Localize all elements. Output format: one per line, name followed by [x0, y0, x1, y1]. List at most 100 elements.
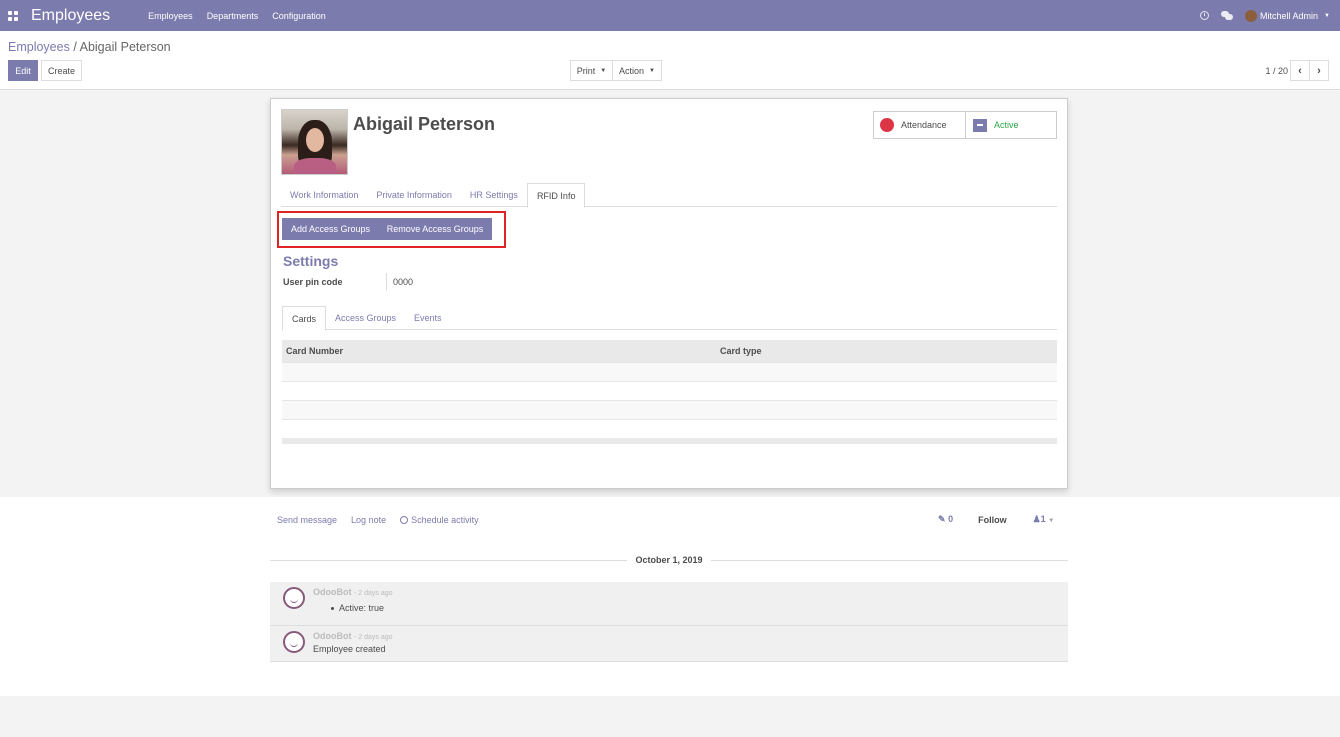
pager-next-button[interactable]: › [1309, 60, 1329, 81]
action-label: Action [619, 65, 645, 76]
messaging-icon[interactable] [1221, 11, 1234, 20]
tab-rfid-info[interactable]: RFID Info [526, 183, 586, 208]
table-row [282, 400, 1057, 419]
active-toggle-button[interactable]: Active [965, 111, 1057, 139]
breadcrumb: Employees / Abigail Peterson [8, 40, 171, 54]
author-name[interactable]: OdooBot [313, 631, 352, 641]
message-author: OdooBot - 2 days ago [313, 631, 393, 641]
menu-item-departments[interactable]: Departments [207, 11, 259, 21]
chatter-message: OdooBot - 2 days ago Active: true [270, 582, 1068, 626]
activity-clock-icon[interactable] [1200, 11, 1210, 20]
create-button[interactable]: Create [41, 60, 82, 81]
edit-button[interactable]: Edit [8, 60, 38, 81]
top-navbar: Employees Employees Departments Configur… [0, 0, 1340, 31]
bullet-icon [331, 607, 334, 610]
subtab-access-groups[interactable]: Access Groups [326, 306, 405, 330]
form-tabs: Work Information Private Information HR … [281, 183, 1057, 208]
pager-value[interactable]: 1 / 20 [1265, 66, 1288, 76]
settings-title: Settings [283, 253, 339, 269]
message-text: Active: true [339, 603, 385, 613]
attachments-count: 0 [948, 514, 954, 524]
remove-access-groups-button[interactable]: Remove Access Groups [378, 218, 492, 240]
breadcrumb-current: Abigail Peterson [79, 40, 171, 54]
table-row [282, 381, 1057, 400]
menu-item-configuration[interactable]: Configuration [272, 11, 326, 21]
odoobot-avatar-icon[interactable] [283, 631, 305, 653]
control-panel: Employees / Abigail Peterson Edit Create… [0, 31, 1340, 90]
follow-button[interactable]: Follow [978, 515, 1007, 525]
chatter: Send message Log note Schedule activity … [0, 497, 1340, 696]
user-name: Mitchell Admin [1260, 10, 1319, 21]
table-header: Card Number Card type [282, 340, 1057, 362]
separator-line [270, 559, 628, 561]
caret-down-icon: ▼ [649, 67, 655, 74]
user-menu[interactable]: Mitchell Admin ▼ [1245, 9, 1330, 22]
app-title[interactable]: Employees [31, 7, 110, 25]
add-access-groups-button[interactable]: Add Access Groups [282, 218, 379, 240]
rfid-subtabs: Cards Access Groups Events [282, 306, 1057, 331]
action-dropdown[interactable]: Action ▼ [612, 60, 662, 81]
field-separator [386, 273, 387, 290]
column-card-number[interactable]: Card Number [282, 346, 717, 356]
message-body: Active: true [313, 603, 384, 613]
caret-down-icon: ▼ [1324, 12, 1330, 19]
followers-button[interactable]: ♟1 ▼ [1033, 514, 1055, 525]
apps-menu-icon[interactable] [8, 10, 18, 21]
paperclip-icon: ✎ [938, 514, 946, 524]
odoobot-avatar-icon[interactable] [283, 587, 305, 609]
attendance-label: Attendance [901, 120, 947, 130]
cards-table: Card Number Card type [282, 340, 1057, 444]
pin-code-value: 0000 [393, 277, 414, 287]
table-row [282, 419, 1057, 438]
message-time: - 2 days ago [354, 634, 393, 641]
column-card-type[interactable]: Card type [717, 346, 762, 356]
tab-hr-settings[interactable]: HR Settings [461, 183, 527, 207]
menu-item-employees[interactable]: Employees [148, 11, 193, 21]
form-sheet: Abigail Peterson Attendance Active Work … [270, 98, 1068, 489]
caret-down-icon: ▼ [1048, 518, 1055, 524]
chatter-message: OdooBot - 2 days ago Employee created [270, 626, 1068, 662]
navbar-systray: Mitchell Admin ▼ [1200, 0, 1330, 31]
schedule-activity-button[interactable]: Schedule activity [400, 515, 479, 525]
breadcrumb-employees[interactable]: Employees [8, 40, 70, 54]
chevron-right-icon: › [1317, 64, 1321, 77]
active-label: Active [994, 120, 1019, 130]
schedule-activity-label: Schedule activity [411, 515, 479, 525]
employee-photo[interactable] [281, 109, 348, 175]
tab-private-information[interactable]: Private Information [367, 183, 461, 207]
user-icon: ♟ [1032, 514, 1041, 524]
date-label: October 1, 2019 [635, 555, 703, 565]
date-separator: October 1, 2019 [270, 553, 1069, 567]
clock-icon [400, 516, 409, 524]
photo-face [306, 128, 324, 152]
tab-work-information[interactable]: Work Information [281, 183, 367, 207]
attendance-button[interactable]: Attendance [873, 111, 966, 139]
chevron-left-icon: ‹ [1298, 64, 1302, 77]
pager-previous-button[interactable]: ‹ [1290, 60, 1310, 81]
print-dropdown[interactable]: Print ▼ [570, 60, 613, 81]
attachments-button[interactable]: ✎ 0 [938, 514, 953, 525]
employee-name: Abigail Peterson [353, 114, 496, 134]
author-name[interactable]: OdooBot [313, 587, 352, 597]
user-avatar [1245, 9, 1258, 22]
archive-icon [973, 118, 987, 132]
breadcrumb-separator: / [73, 40, 77, 54]
message-body: Employee created [313, 644, 386, 654]
separator-line [710, 559, 1069, 561]
followers-count: 1 [1040, 514, 1046, 524]
chatter-topbar: Send message Log note Schedule activity [277, 515, 479, 525]
subtab-events[interactable]: Events [405, 306, 451, 330]
main-menu: Employees Departments Configuration [148, 11, 326, 21]
message-time: - 2 days ago [354, 590, 393, 597]
message-author: OdooBot - 2 days ago [313, 587, 393, 597]
send-message-button[interactable]: Send message [277, 515, 337, 525]
photo-dress [294, 158, 336, 174]
pin-code-label: User pin code [283, 277, 343, 287]
log-note-button[interactable]: Log note [351, 515, 386, 525]
print-label: Print [576, 65, 596, 76]
attendance-status-icon [880, 118, 894, 132]
subtab-cards[interactable]: Cards [282, 306, 327, 331]
table-footer [282, 438, 1057, 444]
follow-area: ✎ 0 Follow ♟1 ▼ [938, 514, 1054, 525]
caret-down-icon: ▼ [600, 67, 607, 74]
